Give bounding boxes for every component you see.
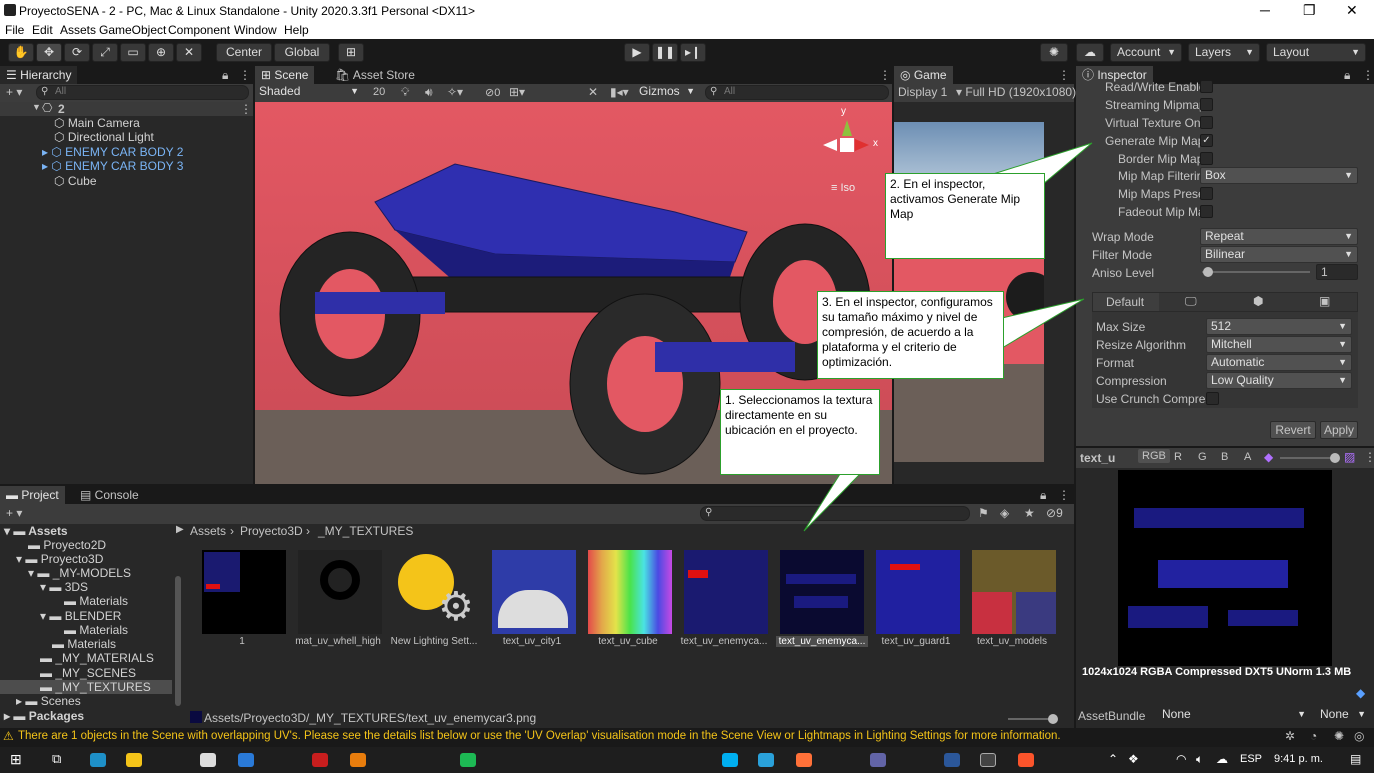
callout-3-text: 3. En el inspector, configuramos su tama…: [822, 295, 993, 369]
edge-icon[interactable]: [90, 753, 106, 767]
volume-icon[interactable]: 🔈︎: [1196, 752, 1203, 767]
filezilla-icon[interactable]: [312, 753, 328, 767]
wifi-icon[interactable]: ◠: [1176, 752, 1186, 766]
brave-icon[interactable]: [1018, 753, 1034, 767]
status-bar: ⚠ There are 1 objects in the Scene with …: [0, 728, 1374, 747]
callout-step-3: 3. En el inspector, configuramos su tama…: [817, 291, 1004, 379]
auto-generate-icon[interactable]: ✺: [1334, 729, 1344, 743]
windows-taskbar: ⊞ ⧉ ⌃ ❖ ◠ 🔈︎ ☁ ESP 9:41 p. m. ▤: [0, 747, 1374, 773]
file-explorer-icon[interactable]: [126, 753, 142, 767]
task-view-icon[interactable]: ⧉: [52, 751, 61, 767]
firefox-icon[interactable]: [796, 753, 812, 767]
cache-icon[interactable]: ◎: [1354, 729, 1364, 743]
word-icon[interactable]: [944, 753, 960, 767]
blender-icon[interactable]: [350, 753, 366, 767]
mail-icon[interactable]: [238, 753, 254, 767]
callout-step-2: 2. En el inspector, activamos Generate M…: [885, 173, 1045, 259]
unity-taskbar-icon[interactable]: [980, 753, 996, 767]
skype-icon[interactable]: [722, 753, 738, 767]
tray-chevron-icon[interactable]: ⌃: [1108, 752, 1118, 766]
callout-pointers: [803, 142, 1093, 532]
status-message[interactable]: There are 1 objects in the Scene with ov…: [18, 730, 1061, 742]
progress-icon[interactable]: ◔: [1310, 729, 1317, 743]
warning-icon: ⚠: [3, 729, 14, 743]
clock[interactable]: 9:41 p. m.: [1274, 753, 1323, 765]
language-indicator[interactable]: ESP: [1240, 753, 1262, 765]
callout-1-text: 1. Seleccionamos la textura directamente…: [725, 393, 873, 437]
callout-2-text: 2. En el inspector, activamos Generate M…: [890, 177, 1021, 221]
store-icon[interactable]: [200, 753, 216, 767]
dropbox-icon[interactable]: ❖: [1128, 752, 1139, 766]
notifications-icon[interactable]: ▤: [1350, 752, 1361, 766]
start-icon[interactable]: ⊞: [10, 751, 22, 768]
onedrive-icon[interactable]: ☁: [1216, 752, 1228, 766]
telegram-icon[interactable]: [758, 753, 774, 767]
bug-icon[interactable]: ✲: [1285, 729, 1295, 743]
teams-icon[interactable]: [870, 753, 886, 767]
callout-step-1: 1. Seleccionamos la textura directamente…: [720, 389, 880, 475]
spotify-icon[interactable]: [460, 753, 476, 767]
